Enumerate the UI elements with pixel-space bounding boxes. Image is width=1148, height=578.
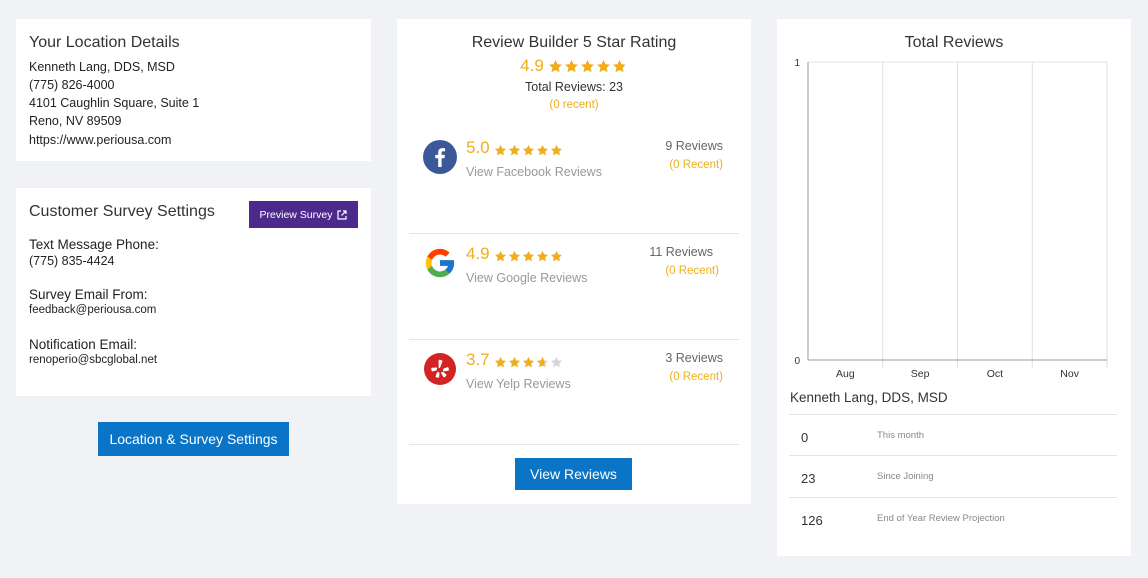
sms-label: Text Message Phone: (29, 237, 159, 252)
location-title: Your Location Details (29, 34, 180, 51)
stat-row: 126 End of Year Review Projection (789, 497, 1117, 539)
google-rating-stars (494, 248, 564, 261)
google-rating-value: 4.9 (466, 244, 490, 263)
x-tick-label: Sep (911, 368, 930, 379)
star-icon (580, 59, 595, 74)
stat-value: 0 (801, 430, 809, 445)
view-yelp-reviews-link[interactable]: View Yelp Reviews (466, 377, 571, 391)
view-google-reviews-link[interactable]: View Google Reviews (466, 271, 587, 285)
y-tick-label: 0 (794, 356, 800, 367)
overall-rating-value: 4.9 (520, 56, 544, 75)
location-website: https://www.periousa.com (29, 133, 172, 147)
star-icon (508, 354, 521, 367)
facebook-review-count: 9 Reviews (665, 139, 723, 153)
facebook-rating-stars (494, 142, 564, 155)
stat-value: 126 (801, 513, 823, 528)
survey-card: Customer Survey Settings Preview Survey … (16, 188, 371, 396)
star-icon (612, 59, 627, 74)
stat-label: Since Joining (877, 471, 934, 482)
facebook-recent-count: (0 Recent) (669, 159, 723, 171)
overall-rating-stars (548, 59, 628, 74)
preview-survey-label: Preview Survey (259, 208, 333, 221)
yelp-icon[interactable] (423, 352, 457, 386)
platform-google: 4.9 View Google Reviews 11 Reviews (0 Re… (409, 231, 739, 336)
email-from-label: Survey Email From: (29, 287, 148, 302)
location-phone: (775) 826-4000 (29, 78, 115, 92)
platform-facebook: 5.0 View Facebook Reviews 9 Reviews (0 R… (409, 125, 739, 230)
survey-title: Customer Survey Settings (29, 203, 215, 220)
view-facebook-reviews-link[interactable]: View Facebook Reviews (466, 165, 602, 179)
star-icon (536, 248, 549, 261)
location-survey-settings-button[interactable]: Location & Survey Settings (98, 422, 289, 456)
yelp-review-count: 3 Reviews (665, 351, 723, 365)
star-icon (508, 248, 521, 261)
x-tick-label: Nov (1060, 368, 1079, 379)
stat-label: End of Year Review Projection (877, 513, 1005, 524)
facebook-icon[interactable] (423, 140, 457, 174)
star-icon (494, 354, 507, 367)
star-icon (522, 354, 535, 367)
yelp-rating-stars (494, 354, 564, 367)
location-card: Your Location Details Kenneth Lang, DDS,… (16, 19, 371, 161)
star-icon (564, 59, 579, 74)
total-reviews-card: Total Reviews 0 1 Aug Sep Oct Nov Kenneth Lan… (777, 19, 1131, 556)
view-reviews-button[interactable]: View Reviews (515, 458, 632, 490)
facebook-rating: 5.0 (466, 138, 564, 158)
yelp-rating-value: 3.7 (466, 350, 490, 369)
google-icon[interactable] (423, 246, 457, 280)
location-address-line1: 4101 Caughlin Square, Suite 1 (29, 96, 200, 110)
star-icon (548, 59, 563, 74)
star-icon (508, 142, 521, 155)
owner-name: Kenneth Lang, DDS, MSD (790, 390, 948, 405)
star-icon (522, 248, 535, 261)
external-link-icon (337, 209, 348, 220)
y-tick-label: 1 (794, 58, 800, 69)
review-builder-card: Review Builder 5 Star Rating 4.9 Total R… (397, 19, 751, 504)
preview-survey-button[interactable]: Preview Survey (249, 201, 358, 228)
x-tick-label: Aug (836, 368, 855, 379)
google-review-count: 11 Reviews (649, 245, 713, 259)
notify-label: Notification Email: (29, 337, 138, 352)
star-icon (550, 354, 563, 367)
star-icon (596, 59, 611, 74)
notify-value: renoperio@sbcglobal.net (29, 354, 158, 366)
star-icon (494, 248, 507, 261)
email-from-value: feedback@periousa.com (29, 304, 157, 316)
google-recent-count: (0 Recent) (665, 265, 719, 277)
star-icon (536, 142, 549, 155)
platform-yelp: 3.7 View Yelp Reviews 3 Reviews (0 Recen… (409, 337, 739, 442)
total-reviews-text: Total Reviews: 23 (525, 80, 623, 94)
stat-row: 23 Since Joining (789, 455, 1117, 497)
yelp-rating: 3.7 (466, 350, 564, 370)
star-icon (536, 354, 549, 367)
overall-rating: 4.9 (397, 56, 751, 76)
star-icon (522, 142, 535, 155)
yelp-recent-count: (0 Recent) (669, 371, 723, 383)
x-tick-label: Oct (987, 368, 1003, 379)
google-rating: 4.9 (466, 244, 564, 264)
star-icon (550, 142, 563, 155)
sms-value: (775) 835-4424 (29, 254, 115, 268)
stat-row: 0 This month (789, 414, 1117, 456)
location-address-line2: Reno, NV 89509 (29, 114, 122, 128)
location-name: Kenneth Lang, DDS, MSD (29, 60, 175, 74)
divider (409, 444, 739, 445)
stat-label: This month (877, 430, 924, 441)
star-icon (550, 248, 563, 261)
review-builder-title: Review Builder 5 Star Rating (471, 34, 677, 51)
recent-reviews-text: (0 recent) (549, 99, 599, 111)
star-icon (494, 142, 507, 155)
facebook-rating-value: 5.0 (466, 138, 490, 157)
total-reviews-chart: 0 1 Aug Sep Oct Nov (794, 58, 1108, 379)
stat-value: 23 (801, 471, 816, 486)
